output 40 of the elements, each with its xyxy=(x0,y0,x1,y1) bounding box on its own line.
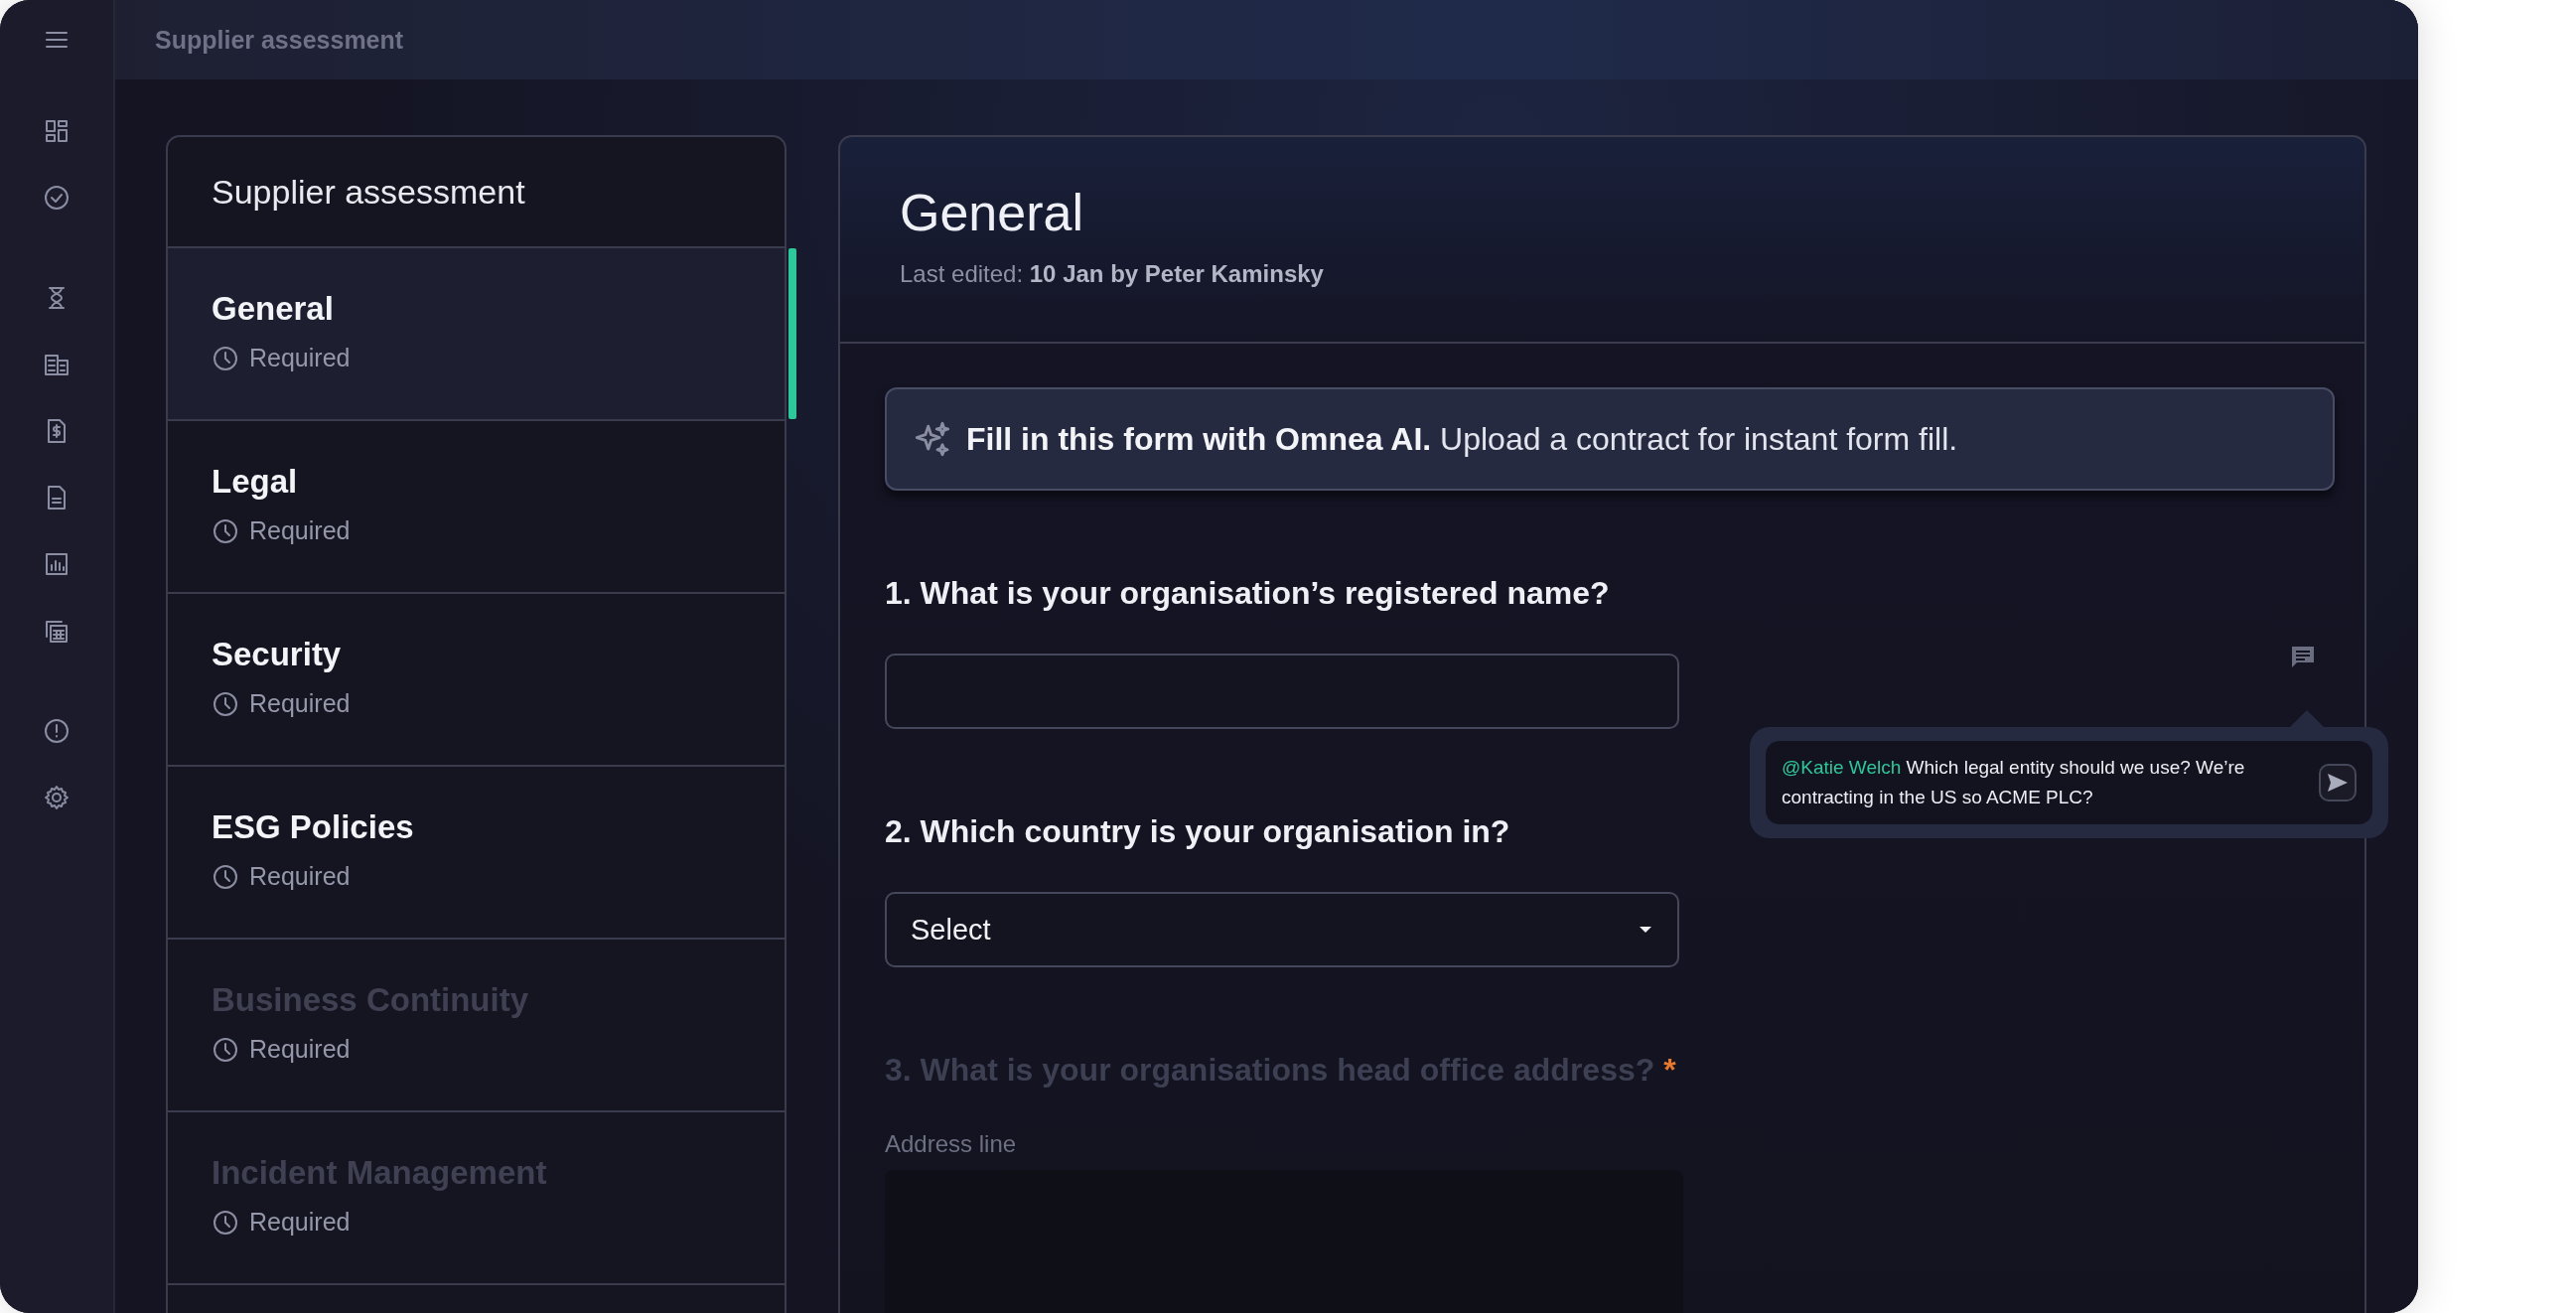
form-title: General xyxy=(900,183,1084,242)
clock-icon xyxy=(212,516,239,545)
clock-icon xyxy=(212,1035,239,1064)
check-circle-icon[interactable] xyxy=(43,183,71,212)
field-label: Address line xyxy=(885,1130,1018,1158)
status-text: Required xyxy=(249,1208,351,1237)
section-item[interactable]: Security Required xyxy=(168,592,785,765)
page-title: Supplier assessment xyxy=(155,25,404,55)
section-title: Legal xyxy=(212,463,299,501)
last-edited-text: Last edited: 10 Jan by Peter Kaminsky xyxy=(900,260,1325,288)
status-text: Required xyxy=(249,344,351,372)
panel-title: Supplier assessment xyxy=(211,171,526,213)
clock-icon xyxy=(212,344,239,372)
clock-icon xyxy=(212,862,239,891)
section-title: General xyxy=(212,290,335,328)
clock-icon xyxy=(212,1208,239,1237)
settings-icon[interactable] xyxy=(43,783,71,811)
status-text: Required xyxy=(249,516,351,545)
ai-banner-text: Fill in this form with Omnea AI. Upload a contract for instant form fill. xyxy=(966,420,1958,458)
sparkle-icon xyxy=(913,419,952,459)
section-item[interactable]: ESG Policies Required xyxy=(168,765,785,938)
alert-icon[interactable] xyxy=(43,716,71,745)
send-icon xyxy=(2327,773,2349,793)
status-text: Required xyxy=(249,689,351,718)
comment-text: @Katie Welch Which legal entity should we use? We’re contracting in the US so ACME PLC? xyxy=(1782,756,2246,809)
country-dropdown[interactable]: Select xyxy=(885,892,1679,967)
section-title: ESG Policies xyxy=(212,808,415,846)
clock-icon xyxy=(212,689,239,718)
send-button[interactable] xyxy=(2319,764,2357,802)
caret-icon xyxy=(1638,925,1653,935)
question-label: 1. What is your organisation’s registered name? xyxy=(885,575,1611,612)
mention-link[interactable]: @Katie Welch xyxy=(1782,757,1902,778)
question-label: 2. Which country is your organisation in? xyxy=(885,813,1511,850)
section-item[interactable]: Legal Required xyxy=(168,419,785,592)
status-text: Required xyxy=(249,862,351,891)
section-title: Security xyxy=(212,636,343,673)
required-asterisk: * xyxy=(1663,1052,1676,1088)
ai-banner[interactable]: Fill in this form with Omnea AI. Upload a contract for instant form fill. xyxy=(885,387,2335,491)
status-text: Required xyxy=(249,1035,351,1064)
text-field[interactable] xyxy=(885,654,1679,729)
